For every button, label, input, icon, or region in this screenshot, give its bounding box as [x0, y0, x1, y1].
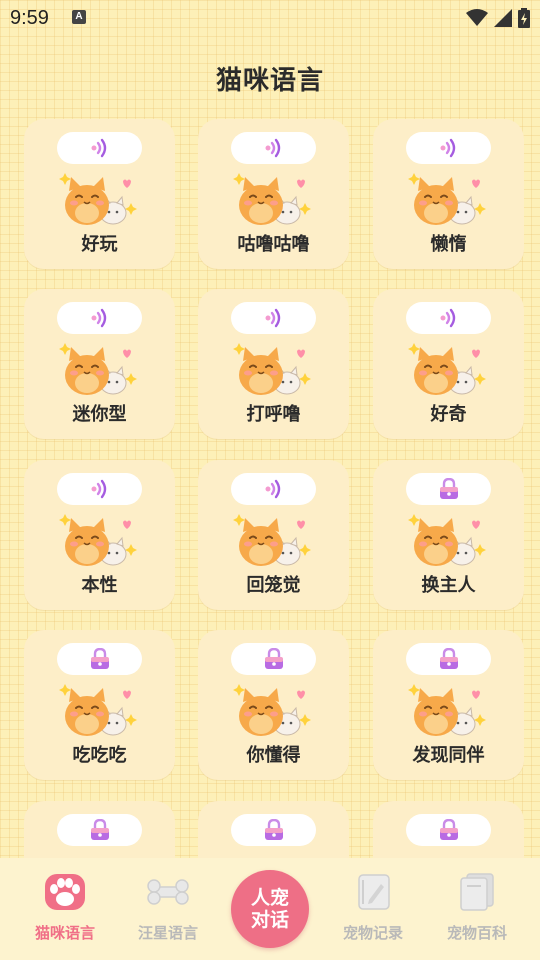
lock-icon — [439, 819, 458, 840]
card-label: 吃吃吃 — [72, 745, 127, 766]
status-time: 9:59 — [10, 7, 49, 29]
status-icons — [466, 8, 530, 28]
locked-badge[interactable] — [57, 643, 142, 675]
status-bar: 9:59 A — [0, 0, 540, 36]
pet-chat-button[interactable]: 人宠 对话 — [231, 870, 309, 948]
locked-badge[interactable] — [406, 814, 491, 846]
sound-icon — [91, 479, 106, 499]
book-icon — [460, 873, 494, 911]
locked-badge[interactable] — [231, 814, 316, 846]
card-label: 回笼觉 — [246, 575, 301, 596]
tab-dog-language[interactable]: 汪星语言 — [118, 858, 218, 960]
lock-icon — [439, 648, 458, 669]
card-label: 打呼噜 — [246, 404, 301, 425]
lock-icon — [264, 819, 283, 840]
tab-label: 宠物记录 — [342, 924, 403, 942]
sound-card[interactable]: 本性 — [24, 460, 175, 610]
play-sound-button[interactable] — [406, 302, 491, 334]
cat-illustration — [233, 684, 311, 736]
sound-card[interactable]: 打呼噜 — [198, 289, 349, 439]
sound-icon — [440, 138, 455, 158]
card-label: 发现同伴 — [412, 745, 485, 766]
cat-illustration — [233, 514, 311, 566]
play-sound-button[interactable] — [231, 302, 316, 334]
card-label: 咕噜咕噜 — [237, 234, 310, 255]
pet-chat-line2: 对话 — [250, 909, 289, 931]
tab-pet-encyclopedia[interactable]: 宠物百科 — [427, 858, 527, 960]
cat-illustration — [233, 343, 311, 395]
lock-icon — [90, 819, 109, 840]
card-label: 好玩 — [81, 234, 118, 255]
play-sound-button[interactable] — [231, 473, 316, 505]
bone-icon — [147, 879, 189, 905]
sound-card[interactable]: 换主人 — [373, 460, 524, 610]
play-sound-button[interactable] — [57, 473, 142, 505]
cat-illustration — [59, 343, 137, 395]
sound-card[interactable]: 你懂得 — [198, 630, 349, 780]
card-label: 好奇 — [430, 404, 467, 425]
cat-illustration — [408, 343, 486, 395]
play-sound-button[interactable] — [57, 132, 142, 164]
sound-icon — [440, 308, 455, 328]
sound-icon — [265, 308, 280, 328]
cat-illustration — [59, 173, 137, 225]
signal-icon — [494, 9, 512, 27]
card-label: 本性 — [81, 575, 118, 596]
page-title: 猫咪语言 — [215, 66, 324, 96]
sound-card[interactable]: 发现同伴 — [373, 630, 524, 780]
cat-illustration — [408, 173, 486, 225]
tab-cat-language[interactable]: 猫咪语言 — [15, 858, 115, 960]
pet-chat-line1: 人宠 — [250, 887, 289, 909]
lock-icon — [90, 648, 109, 669]
tab-label: 宠物百科 — [446, 924, 507, 942]
sound-card[interactable]: 迷你型 — [24, 289, 175, 439]
card-label: 你懂得 — [246, 745, 301, 766]
lock-icon — [439, 478, 458, 499]
cat-illustration — [408, 684, 486, 736]
notebook-icon — [358, 874, 390, 910]
tab-label: 汪星语言 — [137, 924, 198, 942]
lock-icon — [264, 648, 283, 669]
play-sound-button[interactable] — [406, 132, 491, 164]
card-label: 迷你型 — [72, 404, 127, 425]
cat-illustration — [59, 514, 137, 566]
tab-pet-records[interactable]: 宠物记录 — [323, 858, 423, 960]
sound-icon — [91, 138, 106, 158]
tab-label: 猫咪语言 — [34, 924, 95, 942]
wifi-icon — [466, 9, 488, 26]
locked-badge[interactable] — [406, 473, 491, 505]
locked-badge[interactable] — [231, 643, 316, 675]
cat-illustration — [408, 514, 486, 566]
sound-card[interactable]: 懒惰 — [373, 119, 524, 269]
sound-card[interactable]: 好奇 — [373, 289, 524, 439]
sound-card[interactable]: 回笼觉 — [198, 460, 349, 610]
sound-icon — [265, 479, 280, 499]
card-label: 换主人 — [421, 575, 476, 596]
card-label: 懒惰 — [430, 234, 467, 255]
locked-badge[interactable] — [57, 814, 142, 846]
sound-icon — [91, 308, 106, 328]
battery-icon — [518, 8, 530, 28]
cat-illustration — [233, 173, 311, 225]
sound-card[interactable]: 吃吃吃 — [24, 630, 175, 780]
play-sound-button[interactable] — [57, 302, 142, 334]
sound-card[interactable]: 好玩 — [24, 119, 175, 269]
play-sound-button[interactable] — [231, 132, 316, 164]
sound-icon — [265, 138, 280, 158]
locked-badge[interactable] — [406, 643, 491, 675]
sound-card[interactable]: 咕噜咕噜 — [198, 119, 349, 269]
cat-illustration — [59, 684, 137, 736]
paw-icon — [45, 874, 85, 910]
notification-icon: A — [72, 10, 86, 24]
